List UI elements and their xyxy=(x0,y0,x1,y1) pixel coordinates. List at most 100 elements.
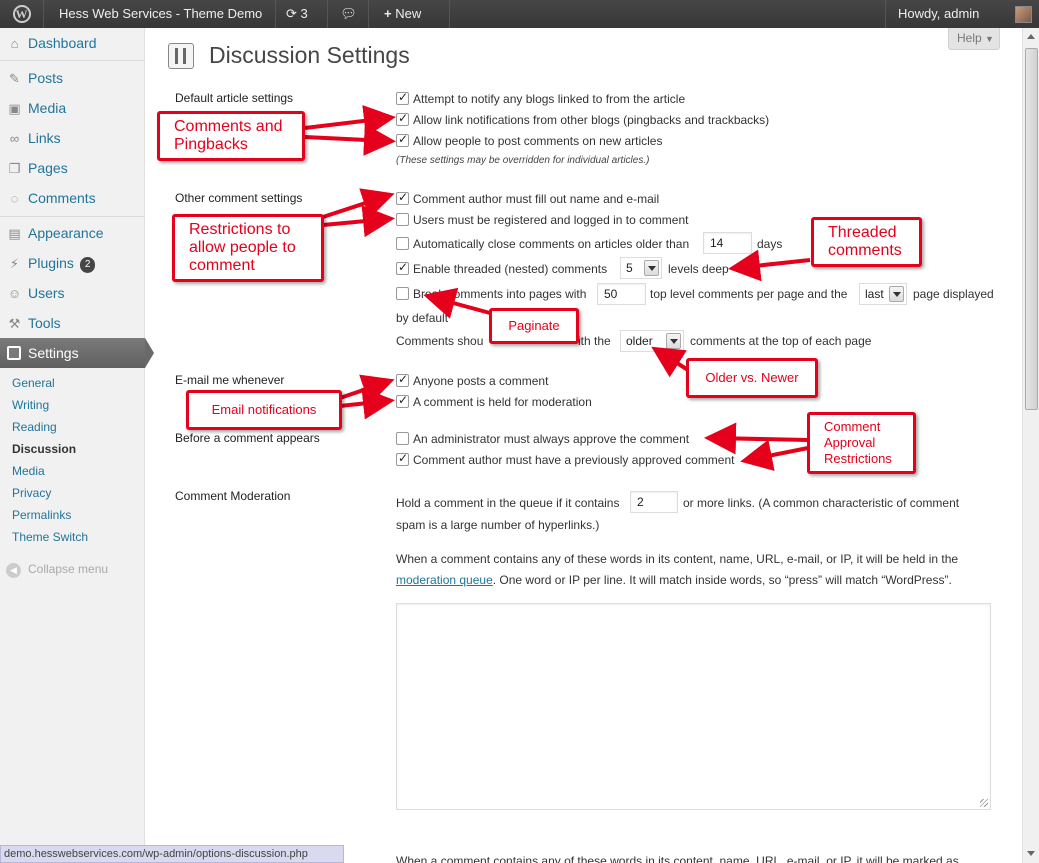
refresh-icon: ⟳ xyxy=(286,6,297,21)
submenu-privacy[interactable]: Privacy xyxy=(12,485,51,501)
chevron-down-icon xyxy=(889,286,904,302)
thread-depth-value: 5 xyxy=(626,261,633,275)
callout-restrictions: Restrictions to allow people to comment xyxy=(172,214,324,282)
checkbox-email-moderation[interactable] xyxy=(396,393,409,408)
menu-plugins[interactable]: ⚡︎ Plugins 2 xyxy=(0,248,145,278)
chevron-down-icon: ▼ xyxy=(985,34,994,44)
submenu-permalinks[interactable]: Permalinks xyxy=(12,507,71,523)
plugins-update-badge: 2 xyxy=(79,257,96,273)
checkbox-allow-pingbacks[interactable] xyxy=(396,111,409,126)
menu-label: Pages xyxy=(28,160,68,176)
moderation-links-label: Hold a comment in the queue if it contai… xyxy=(396,496,620,510)
option-close-comments: Automatically close comments on articles… xyxy=(413,237,690,251)
option-page-comments: Break comments into pages with xyxy=(413,287,587,301)
page-scrollbar[interactable] xyxy=(1022,28,1039,863)
comments-bubble-icon[interactable]: 💬︎ xyxy=(329,0,369,28)
menu-label: Settings xyxy=(28,345,79,361)
default-comments-page-select[interactable]: last xyxy=(859,283,907,305)
moderation-links-label-post: or more links. (A common characteristic … xyxy=(683,496,960,510)
collapse-arrow-icon: ◀ xyxy=(6,563,21,578)
moderation-keys-textarea[interactable] xyxy=(396,603,991,810)
help-tab-button[interactable]: Help ▼ xyxy=(948,28,1000,50)
override-note: (These settings may be overridden for in… xyxy=(396,155,650,166)
menu-separator xyxy=(0,60,145,61)
option-allow-pingbacks: Allow link notifications from other blog… xyxy=(413,113,770,127)
scrollbar-thumb[interactable] xyxy=(1025,48,1038,410)
comment-order-select[interactable]: older xyxy=(620,330,684,352)
menu-links[interactable]: ∞ Links xyxy=(0,123,145,153)
menu-label: Links xyxy=(28,130,61,146)
callout-comments-pingbacks: Comments and Pingbacks xyxy=(157,111,305,161)
menu-label: Users xyxy=(28,285,65,301)
blacklist-description: When a comment contains any of these wor… xyxy=(396,854,959,863)
checkbox-page-comments[interactable] xyxy=(396,287,409,300)
plus-icon: + xyxy=(384,6,392,21)
moderation-links-label-line2: spam is a large number of hyperlinks.) xyxy=(396,518,600,532)
scroll-down-arrow-icon[interactable] xyxy=(1025,847,1038,861)
collapse-menu-button[interactable]: ◀ Collapse menu xyxy=(6,561,108,578)
new-content-link[interactable]: + New xyxy=(370,0,450,28)
wordpress-logo-icon[interactable]: W xyxy=(0,0,44,28)
menu-comments[interactable]: ◌ Comments xyxy=(0,183,145,213)
menu-posts[interactable]: ✎ Posts xyxy=(0,63,145,93)
my-account-link[interactable]: Howdy, admin xyxy=(885,0,1011,28)
avatar[interactable] xyxy=(1015,6,1032,23)
dashboard-icon: ⌂ xyxy=(10,36,19,51)
option-notify-blogs: Attempt to notify any blogs linked to fr… xyxy=(413,92,686,106)
scroll-up-arrow-icon[interactable] xyxy=(1025,30,1038,44)
settings-page-icon xyxy=(168,43,194,69)
submenu-discussion[interactable]: Discussion xyxy=(12,441,76,457)
chevron-down-icon xyxy=(666,333,681,349)
label-before-comment-appears: Before a comment appears xyxy=(175,431,320,445)
option-email-new-comment: Anyone posts a comment xyxy=(413,374,549,388)
close-comments-days-input[interactable]: 14 xyxy=(703,232,752,254)
comment-order-label-start: Comments shou xyxy=(396,334,484,348)
menu-appearance[interactable]: ▤ Appearance xyxy=(0,218,145,248)
label-comment-moderation: Comment Moderation xyxy=(175,489,291,503)
moderation-links-input[interactable]: 2 xyxy=(630,491,678,513)
checkbox-require-name-email[interactable] xyxy=(396,190,409,205)
comments-icon: ◌ xyxy=(10,191,19,206)
menu-separator xyxy=(0,216,145,217)
checkbox-close-comments[interactable] xyxy=(396,237,409,250)
moderation-keys-description-line2: moderation queue. One word or IP per lin… xyxy=(396,572,952,588)
submenu-media[interactable]: Media xyxy=(12,463,45,479)
callout-approval-restrictions: Comment Approval Restrictions xyxy=(807,412,916,474)
menu-label: Appearance xyxy=(28,225,104,241)
users-icon: ☺ xyxy=(7,286,22,301)
label-other-comment-settings: Other comment settings xyxy=(175,191,303,205)
pages-icon: ❐ xyxy=(8,161,21,176)
menu-dashboard[interactable]: ⌂ Dashboard xyxy=(0,28,145,58)
menu-pages[interactable]: ❐ Pages xyxy=(0,153,145,183)
updates-link[interactable]: ⟳ 3 xyxy=(276,0,328,28)
new-label: New xyxy=(395,6,422,21)
menu-tools[interactable]: ⚒ Tools xyxy=(0,308,145,338)
comments-per-page-input[interactable]: 50 xyxy=(597,283,646,305)
moderation-keys-note: . One word or IP per line. It will match… xyxy=(492,573,952,587)
checkbox-previously-approved[interactable] xyxy=(396,451,409,466)
thread-depth-select[interactable]: 5 xyxy=(620,257,662,279)
site-name-link[interactable]: Hess Web Services - Theme Demo xyxy=(46,0,276,28)
submenu-theme-switch[interactable]: Theme Switch xyxy=(12,529,88,545)
comments-per-page-label: top level comments per page and the xyxy=(650,287,848,301)
checkbox-allow-comments[interactable] xyxy=(396,132,409,147)
checkbox-email-new-comment[interactable] xyxy=(396,372,409,387)
plugins-icon: ⚡︎ xyxy=(9,256,20,271)
moderation-queue-link[interactable]: moderation queue xyxy=(396,573,493,587)
menu-media[interactable]: ▣ Media xyxy=(0,93,145,123)
checkbox-notify-blogs[interactable] xyxy=(396,90,409,105)
option-previously-approved: Comment author must have a previously ap… xyxy=(413,453,735,467)
callout-threaded-comments: Threaded comments xyxy=(811,217,922,267)
checkbox-registration-required[interactable] xyxy=(396,213,409,226)
checkbox-threaded-comments[interactable] xyxy=(396,260,409,275)
moderation-keys-description: When a comment contains any of these wor… xyxy=(396,552,959,566)
chevron-down-icon xyxy=(644,260,659,276)
checkbox-admin-approve[interactable] xyxy=(396,432,409,445)
pin-icon: ✎ xyxy=(9,71,20,86)
option-email-moderation: A comment is held for moderation xyxy=(413,395,592,409)
menu-settings[interactable]: Settings xyxy=(0,338,154,368)
submenu-writing[interactable]: Writing xyxy=(12,397,49,413)
menu-users[interactable]: ☺ Users xyxy=(0,278,145,308)
submenu-general[interactable]: General xyxy=(12,375,55,391)
submenu-reading[interactable]: Reading xyxy=(12,419,57,435)
